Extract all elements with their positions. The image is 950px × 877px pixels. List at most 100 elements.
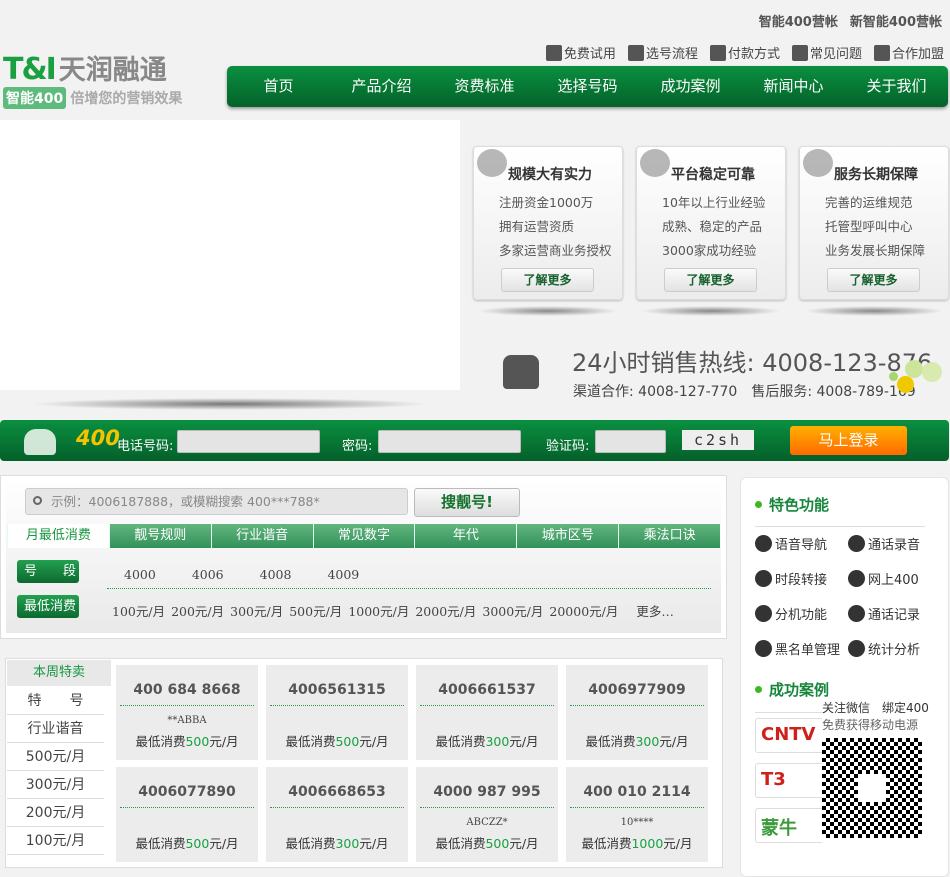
- search-tab[interactable]: 城市区号: [516, 524, 619, 548]
- min-spend-link[interactable]: 3000元/月: [482, 601, 543, 620]
- price-suffix: 元/月: [659, 734, 689, 749]
- nav-item[interactable]: 首页: [227, 66, 330, 107]
- document-icon: [640, 149, 670, 177]
- learn-more-button[interactable]: 了解更多: [501, 268, 594, 292]
- logo[interactable]: T&I 天润融通 智能400 倍增您的营销效果: [3, 48, 198, 109]
- segment-link[interactable]: 4000: [124, 567, 156, 582]
- tab-weekly-specials[interactable]: 本周特卖: [7, 660, 111, 686]
- feature-card: 平台稳定可靠 10年以上行业经验 成熟、稳定的产品 3000家成功经验 了解更多: [636, 146, 786, 300]
- cases-title: 成功案例: [769, 681, 830, 699]
- main-nav: 首页 产品介绍 资费标准 选择号码 成功案例 新闻中心 关于我们: [227, 66, 948, 107]
- segment-link[interactable]: 4008: [260, 567, 292, 582]
- nav-item[interactable]: 关于我们: [845, 66, 948, 107]
- bullet-icon: [755, 501, 762, 508]
- special-number-card[interactable]: 400 684 8668 **ABBA 最低消费500元/月: [116, 665, 258, 760]
- min-spend-link[interactable]: 200元/月: [171, 601, 224, 620]
- specials-filter[interactable]: 300元/月: [7, 771, 104, 799]
- special-number-card[interactable]: 4000 987 995 ABCZZ* 最低消费500元/月: [416, 767, 558, 862]
- qr-title: 关注微信 绑定400: [822, 701, 929, 715]
- feature-item[interactable]: 分机功能: [755, 604, 827, 623]
- specials-filter[interactable]: 200元/月: [7, 799, 104, 827]
- min-spend-link[interactable]: 1000元/月: [348, 601, 409, 620]
- captcha-input[interactable]: [595, 430, 666, 453]
- top-link-4[interactable]: 合作加盟: [873, 43, 944, 62]
- top-link-3[interactable]: 常见问题: [791, 43, 862, 62]
- search-tab[interactable]: 常见数字: [312, 524, 415, 548]
- feature-item[interactable]: 网上400: [848, 569, 919, 588]
- number-search-input[interactable]: 示例：4006187888，或模糊搜索 400***788*: [25, 488, 408, 515]
- top-link-0[interactable]: 免费试用: [545, 43, 616, 62]
- min-spend-link[interactable]: 500元/月: [289, 601, 342, 620]
- feature-label: 网上400: [868, 573, 919, 588]
- top-link-1[interactable]: 选号流程: [627, 43, 698, 62]
- number-pattern: [416, 715, 558, 731]
- logo-slogan: 倍增您的营销效果: [70, 91, 183, 107]
- special-number-card[interactable]: 4006668653 最低消费300元/月: [266, 767, 408, 862]
- banner-shadow: [30, 398, 430, 410]
- nav-item[interactable]: 新闻中心: [742, 66, 845, 107]
- price-suffix: 元/月: [209, 836, 239, 851]
- banner[interactable]: [0, 120, 460, 390]
- min-spend-link[interactable]: 100元/月: [112, 601, 165, 620]
- nav-item[interactable]: 选择号码: [536, 66, 639, 107]
- specials-filter[interactable]: 500元/月: [7, 743, 104, 771]
- segment-button[interactable]: 号 段: [17, 560, 79, 583]
- feature-item[interactable]: 时段转接: [755, 569, 827, 588]
- nav-item[interactable]: 产品介绍: [330, 66, 433, 107]
- feature-item[interactable]: 通话记录: [848, 604, 920, 623]
- min-spend-button[interactable]: 最低消费: [17, 595, 79, 618]
- top-link-2[interactable]: 付款方式: [709, 43, 780, 62]
- feature-label: 分机功能: [775, 608, 828, 623]
- learn-more-button[interactable]: 了解更多: [827, 268, 920, 292]
- price-value: 300: [335, 836, 360, 851]
- captcha-image[interactable]: c2sh: [682, 430, 754, 450]
- more-link[interactable]: 更多…: [636, 601, 674, 620]
- special-number-card[interactable]: 400 010 2114 10**** 最低消费1000元/月: [566, 767, 708, 862]
- account-link[interactable]: 新智能400营帐: [850, 15, 942, 30]
- login-button[interactable]: 马上登录: [790, 426, 907, 455]
- segment-link[interactable]: 4009: [327, 567, 359, 582]
- top-link-label: 合作加盟: [891, 47, 944, 62]
- clock-icon: [755, 535, 772, 552]
- search-tab[interactable]: 月最低消费: [7, 524, 109, 548]
- specials-filter[interactable]: 行业谐音: [7, 715, 104, 743]
- special-number-card[interactable]: 4006077890 最低消费500元/月: [116, 767, 258, 862]
- min-spend-link[interactable]: 20000元/月: [549, 601, 618, 620]
- feature-item[interactable]: 黑名单管理: [755, 639, 840, 658]
- specials-filter[interactable]: 100元/月: [7, 827, 104, 855]
- card-line: 10年以上行业经验: [662, 195, 766, 210]
- feature-label: 时段转接: [775, 573, 828, 588]
- feature-item[interactable]: 通话录音: [848, 534, 920, 553]
- search-tabs: 月最低消费 靓号规则 行业谐音 常见数字 年代 城市区号 乘法口诀: [7, 524, 721, 548]
- globe-icon: [477, 149, 507, 177]
- phone-input[interactable]: [177, 430, 320, 453]
- nav-item[interactable]: 资费标准: [433, 66, 536, 107]
- chat-icon: [791, 44, 808, 61]
- learn-more-button[interactable]: 了解更多: [664, 268, 757, 292]
- account-link[interactable]: 智能400营帐: [759, 15, 838, 30]
- top-link-label: 免费试用: [563, 47, 616, 62]
- password-input[interactable]: [378, 430, 521, 453]
- search-tab[interactable]: 年代: [414, 524, 517, 548]
- specials-filter[interactable]: 特 号: [7, 687, 104, 715]
- card-shadow: [641, 306, 781, 316]
- card-line: 拥有运营资质: [499, 219, 575, 234]
- special-number-card[interactable]: 4006661537 最低消费300元/月: [416, 665, 558, 760]
- segment-link[interactable]: 4006: [192, 567, 224, 582]
- search-tab[interactable]: 乘法口诀: [618, 524, 721, 548]
- divider: [270, 807, 404, 808]
- min-spend-link[interactable]: 300元/月: [230, 601, 283, 620]
- feature-item[interactable]: 语音导航: [755, 534, 827, 553]
- wechat-qr-popup[interactable]: 关注微信 绑定400 免费获得移动电源: [822, 700, 932, 850]
- special-number-card[interactable]: 4006561315 最低消费500元/月: [266, 665, 408, 760]
- feature-item[interactable]: 统计分析: [848, 639, 920, 658]
- search-tab[interactable]: 行业谐音: [210, 524, 313, 548]
- search-button[interactable]: 搜靓号!: [414, 488, 520, 517]
- special-number-card[interactable]: 4006977909 最低消费300元/月: [566, 665, 708, 760]
- min-spend-link[interactable]: 2000元/月: [415, 601, 476, 620]
- divider: [120, 807, 254, 808]
- divider: [120, 705, 254, 706]
- search-tab[interactable]: 靓号规则: [108, 524, 211, 548]
- nav-item[interactable]: 成功案例: [639, 66, 742, 107]
- book-icon: [627, 44, 644, 61]
